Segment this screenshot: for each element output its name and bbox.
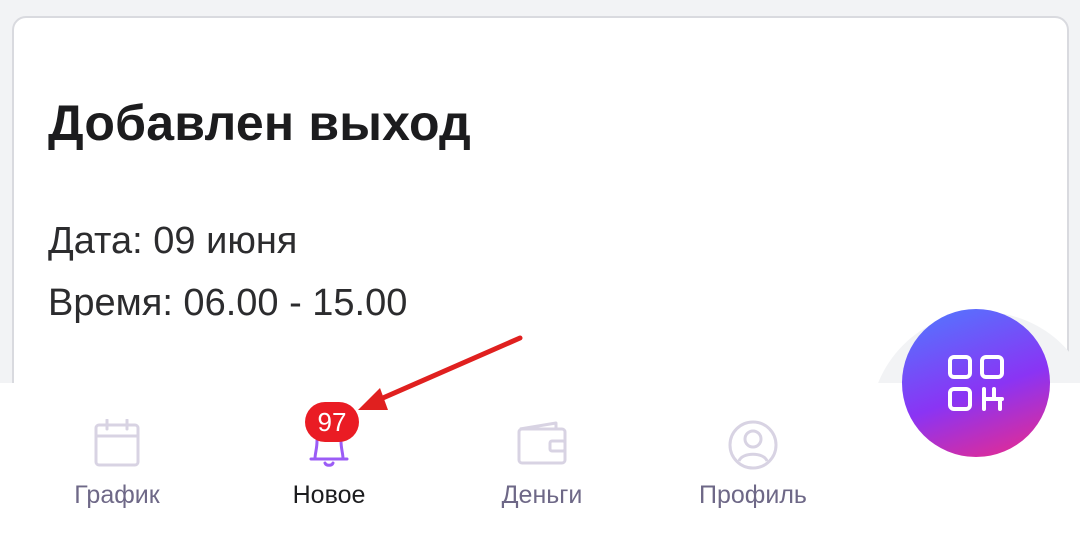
screen: Добавлен выход Дата: 09 июня Время: 06.0… [0, 0, 1080, 559]
nav-label-profile: Профиль [699, 481, 807, 509]
nav-item-profile[interactable]: Профиль [653, 383, 853, 523]
qr-code-icon [948, 355, 1004, 411]
notification-badge: 97 [305, 402, 359, 442]
profile-icon [727, 419, 779, 476]
nav-item-schedule[interactable]: График [17, 383, 217, 523]
card-date: Дата: 09 июня [48, 220, 298, 262]
calendar-icon [93, 418, 141, 474]
nav-label-money: Деньги [501, 481, 583, 509]
card-title: Добавлен выход [48, 95, 471, 151]
nav-label-schedule: График [74, 481, 160, 509]
qr-scan-button[interactable] [902, 309, 1050, 457]
nav-item-money[interactable]: Деньги [442, 383, 642, 523]
wallet-icon [516, 419, 568, 474]
card-time: Время: 06.00 - 15.00 [48, 282, 408, 324]
nav-label-new: Новое [292, 481, 366, 509]
